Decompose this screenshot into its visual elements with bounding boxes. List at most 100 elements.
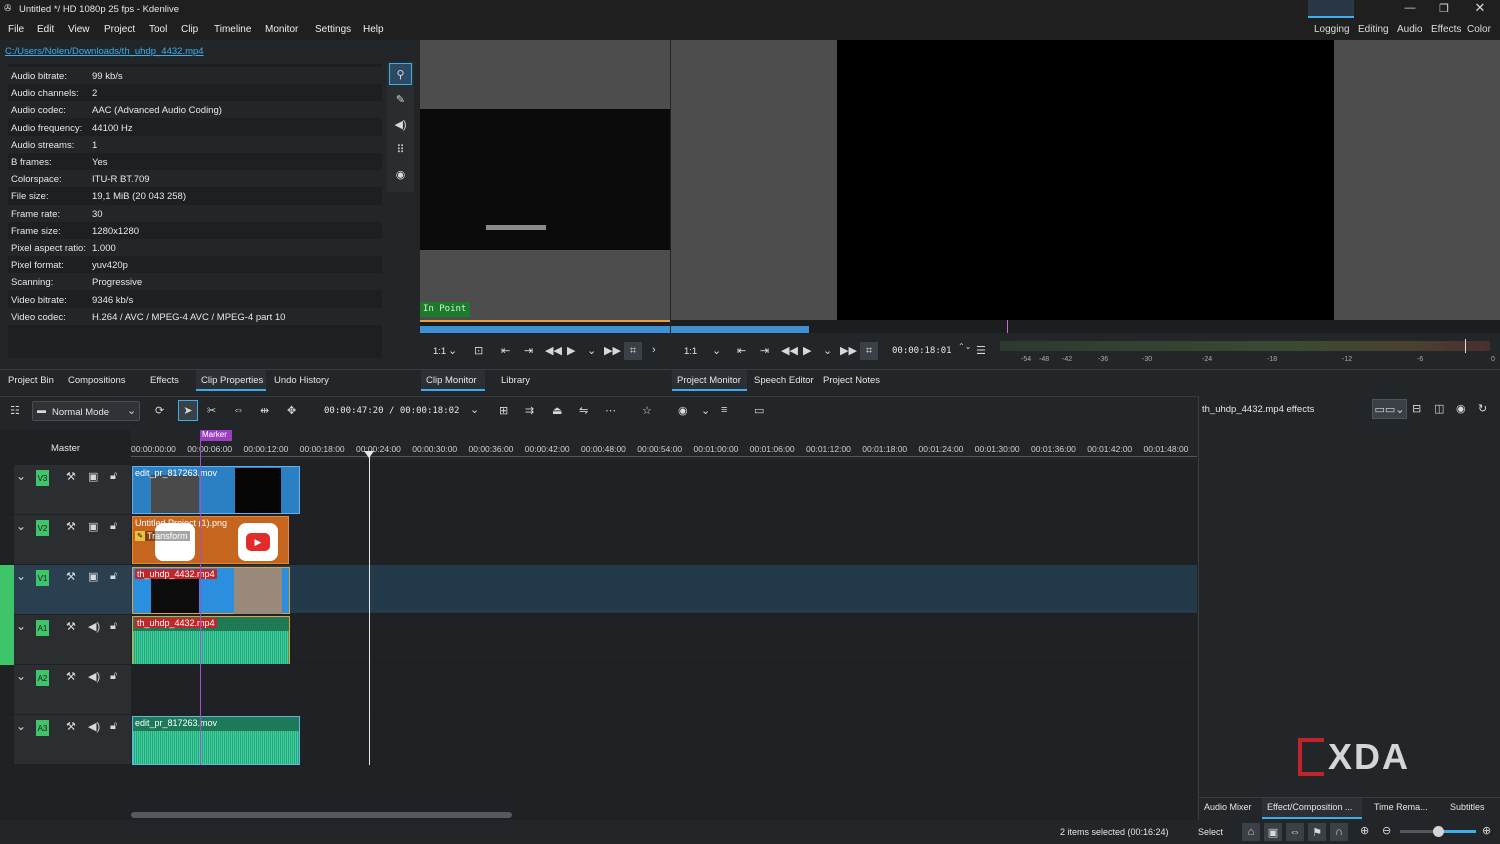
- film-icon[interactable]: ▣: [1264, 823, 1282, 841]
- tab-speech-editor[interactable]: Speech Editor: [754, 375, 814, 386]
- menu-file[interactable]: File: [8, 24, 24, 35]
- film-icon[interactable]: ▣: [88, 570, 98, 583]
- zoom-fit-icon[interactable]: ⊕: [1360, 824, 1369, 837]
- chevron-down-icon[interactable]: ⌄: [701, 404, 710, 417]
- chevron-down-icon[interactable]: ⌄: [16, 569, 26, 583]
- film-icon[interactable]: ▣: [88, 520, 98, 533]
- chevron-down-icon[interactable]: ⌄: [16, 619, 26, 633]
- speaker-icon[interactable]: ◀): [88, 670, 100, 683]
- master-label[interactable]: Master: [51, 443, 80, 454]
- zoom-in-icon[interactable]: ⊕: [1482, 824, 1491, 837]
- chevron-down-icon[interactable]: ⌄: [470, 403, 479, 416]
- clip-a3[interactable]: edit_pr_817263.mov: [132, 716, 300, 765]
- clip-v3[interactable]: edit_pr_817263.mov: [132, 466, 300, 514]
- set-in-icon[interactable]: ⇤: [501, 344, 510, 357]
- play-icon[interactable]: ▶: [567, 344, 575, 357]
- snap-icon[interactable]: ⇔: [1286, 823, 1304, 841]
- lock-icon[interactable]: 🔓︎: [110, 670, 117, 683]
- menu-help[interactable]: Help: [363, 24, 384, 35]
- effect-wand-icon[interactable]: ⚒: [66, 720, 76, 733]
- tab-project-bin[interactable]: Project Bin: [8, 375, 54, 386]
- fast-forward-icon[interactable]: ▶▶: [840, 344, 857, 357]
- menu-clip[interactable]: Clip: [181, 24, 198, 35]
- menu-view[interactable]: View: [68, 24, 90, 35]
- timeline-timecode[interactable]: 00:00:47:20 / 00:00:18:02: [324, 406, 459, 416]
- speaker-icon[interactable]: ◀): [389, 113, 412, 135]
- project-monitor-ruler[interactable]: [671, 320, 1500, 333]
- tab-audio-mixer[interactable]: Audio Mixer: [1204, 802, 1252, 812]
- fast-forward-icon[interactable]: ▶▶: [604, 344, 621, 357]
- close-icon[interactable]: ✕: [1473, 0, 1487, 15]
- subtitle-icon[interactable]: ▭: [754, 404, 764, 417]
- overwrite-icon[interactable]: ⇉: [525, 404, 534, 417]
- dots-grid-icon[interactable]: ⠿: [389, 138, 412, 160]
- track-header[interactable]: ⌄ A2 ⚒ ◀) 🔓︎: [14, 665, 131, 714]
- restore-icon[interactable]: ❐: [1437, 1, 1451, 15]
- crop-icon[interactable]: ⌗: [624, 342, 642, 360]
- tab-undo-history[interactable]: Undo History: [274, 375, 329, 386]
- clip-path-link[interactable]: C:/Users/Nolen/Downloads/th_uhdp_4432.mp…: [5, 46, 204, 57]
- set-out-icon[interactable]: ⇥: [760, 344, 769, 357]
- slide-tool-icon[interactable]: ✥: [287, 404, 296, 417]
- insert-icon[interactable]: ⊞: [499, 404, 508, 417]
- tab-library[interactable]: Library: [501, 375, 530, 386]
- chevron-down-icon[interactable]: ⌄: [16, 519, 26, 533]
- stop-icon[interactable]: ⊡: [474, 344, 483, 357]
- minimize-icon[interactable]: —: [1403, 1, 1417, 15]
- track-header[interactable]: ⌄ A1 ⚒ ◀) 🔓︎: [14, 615, 131, 664]
- split-view-icon[interactable]: ◫: [1434, 402, 1444, 415]
- mode-select[interactable]: ▬ Normal Mode ⌄: [32, 401, 140, 421]
- mixer-icon[interactable]: ≡: [721, 404, 727, 416]
- crop-icon[interactable]: ⌗: [860, 342, 878, 360]
- chevron-down-icon[interactable]: ⌄: [16, 669, 26, 683]
- ripple-tool-icon[interactable]: ⇹: [260, 404, 269, 417]
- lock-icon[interactable]: 🔓︎: [110, 720, 117, 733]
- play-icon[interactable]: ▶: [803, 344, 811, 357]
- track-header[interactable]: ⌄ A3 ⚒ ◀) 🔓︎: [14, 715, 131, 764]
- workspace-audio[interactable]: Audio: [1397, 24, 1423, 35]
- timeline-scrollbar[interactable]: [131, 812, 512, 818]
- extract-icon[interactable]: ⇋: [579, 404, 588, 417]
- playhead[interactable]: [369, 452, 370, 765]
- chevron-down-icon[interactable]: ⌄: [712, 344, 721, 357]
- compare-view-icon[interactable]: ▭▭⌄: [1372, 399, 1407, 419]
- lock-icon[interactable]: 🔓︎: [110, 520, 117, 533]
- timeline-marker[interactable]: Marker: [200, 430, 232, 441]
- tab-effect-composition[interactable]: Effect/Composition ...: [1267, 802, 1352, 812]
- menu-timeline[interactable]: Timeline: [214, 24, 251, 35]
- zoom-slider-track[interactable]: [1400, 826, 1476, 837]
- clip-v2[interactable]: ▶ Untitled Project (1).png ✎ Transform: [132, 516, 289, 564]
- workspace-color[interactable]: Color: [1467, 24, 1491, 35]
- workspace-editing[interactable]: Editing: [1358, 24, 1389, 35]
- playhead-handle[interactable]: [364, 451, 374, 458]
- spin-arrows-icon[interactable]: ⌃⌄: [958, 342, 971, 351]
- record-icon[interactable]: ◉: [678, 404, 688, 417]
- tab-project-notes[interactable]: Project Notes: [823, 375, 880, 386]
- project-timecode[interactable]: 00:00:18:01: [892, 346, 952, 356]
- track-header[interactable]: ⌄ V3 ⚒ ▣ 🔓︎: [14, 465, 131, 514]
- magnet-icon[interactable]: ∩: [1330, 823, 1348, 841]
- hamburger-menu-icon[interactable]: ☰: [976, 344, 986, 357]
- spacer-tool-icon[interactable]: ⟳: [155, 404, 164, 417]
- set-out-icon[interactable]: ⇥: [524, 344, 533, 357]
- zoom-slider-handle[interactable]: [1433, 826, 1444, 837]
- clip-zoom-select[interactable]: 1:1: [433, 346, 446, 357]
- save-stack-icon[interactable]: ⊟: [1412, 402, 1421, 415]
- film-icon[interactable]: ▣: [88, 470, 98, 483]
- timeline-settings-icon[interactable]: ☷: [10, 404, 20, 417]
- effect-wand-icon[interactable]: ⚒: [66, 570, 76, 583]
- chevron-down-icon[interactable]: ⌄: [16, 469, 26, 483]
- clip-v1[interactable]: th_uhdp_4432.mp4: [132, 567, 290, 614]
- select-tool-icon[interactable]: ➤: [178, 400, 198, 421]
- workspace-effects[interactable]: Effects: [1431, 24, 1461, 35]
- tag-icon[interactable]: ⌂: [1242, 823, 1260, 841]
- lock-icon[interactable]: 🔓︎: [110, 470, 117, 483]
- effect-wand-icon[interactable]: ⚒: [66, 670, 76, 683]
- chevron-down-icon[interactable]: ⌄: [448, 344, 457, 357]
- chevron-right-icon[interactable]: ›: [652, 344, 656, 356]
- pencil-icon[interactable]: ✎: [389, 88, 412, 110]
- effect-wand-icon[interactable]: ⚒: [66, 520, 76, 533]
- tab-clip-properties[interactable]: Clip Properties: [201, 375, 263, 386]
- tab-project-monitor[interactable]: Project Monitor: [677, 375, 741, 386]
- rewind-icon[interactable]: ◀◀: [545, 344, 562, 357]
